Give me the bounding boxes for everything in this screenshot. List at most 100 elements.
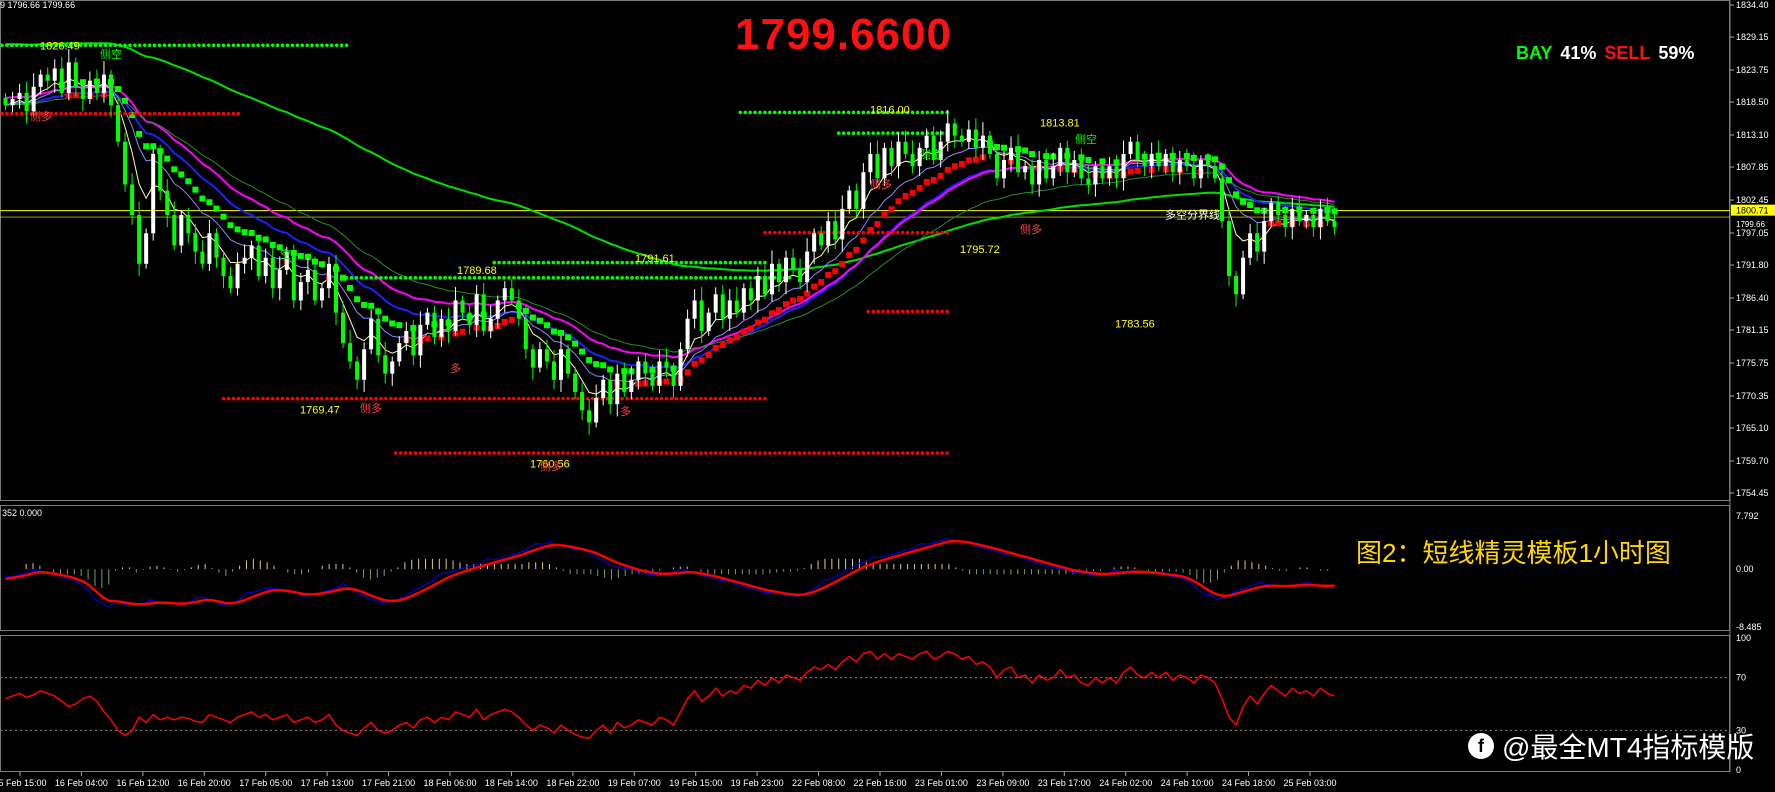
candle-body: [1121, 153, 1126, 179]
red-sr-dot: [192, 111, 196, 116]
bay-label: BAY: [1516, 43, 1553, 63]
red-sr-dot: [226, 396, 231, 401]
candle-body: [509, 288, 514, 301]
green-sr-dot: [787, 110, 792, 115]
green-sr-dot: [521, 276, 526, 280]
green-sr-dot: [640, 276, 644, 280]
red-sr-dot: [792, 451, 797, 455]
trend-block: [937, 172, 944, 179]
annotation-mark: 侧空: [920, 147, 942, 161]
candle-body: [59, 68, 64, 93]
trend-block: [206, 199, 213, 206]
candle-body: [319, 288, 324, 301]
green-sr-dot: [881, 131, 885, 135]
red-sr-dot: [423, 396, 428, 401]
red-sr-dot: [216, 111, 221, 116]
green-sr-dot: [152, 43, 157, 48]
price-tick-label: 1786.40: [1736, 293, 1769, 303]
candle-body: [1248, 233, 1253, 258]
candle-body: [952, 123, 957, 136]
candle-body: [495, 300, 500, 319]
candle-body: [706, 312, 711, 331]
candle-body: [228, 276, 233, 289]
candle-body: [179, 214, 184, 246]
time-tick-label: 16 Feb 12:00: [116, 778, 169, 788]
red-sr-dot: [576, 451, 580, 455]
red-sr-dot: [610, 451, 615, 455]
trend-block: [248, 229, 255, 236]
green-sr-dot: [753, 260, 757, 265]
trend-block: [543, 322, 550, 329]
price-tick-label: 1813.10: [1736, 130, 1769, 140]
green-sr-dot: [256, 43, 260, 48]
candle-body: [312, 269, 317, 301]
red-sr-dot: [718, 396, 723, 401]
candle-body: [31, 86, 36, 112]
red-sr-dot: [669, 396, 674, 401]
candle-body: [446, 318, 451, 331]
green-sr-dot: [708, 260, 713, 265]
green-sr-dot: [832, 110, 836, 115]
trend-block: [501, 318, 508, 325]
green-sr-dot: [797, 110, 802, 115]
candle-body: [889, 147, 894, 167]
red-sr-dot: [718, 451, 723, 455]
trend-block: [768, 310, 775, 317]
trend-block: [783, 301, 790, 308]
chart-canvas[interactable]: 1834.40 1829.15 1823.75 1818.50 1813.10 1807.…: [0, 0, 1775, 792]
red-sr-dot: [787, 451, 792, 455]
candle-body: [1241, 257, 1246, 295]
red-sr-dot: [64, 111, 68, 116]
candle-body: [643, 361, 648, 374]
red-sr-dot: [236, 396, 241, 401]
red-sr-dot: [123, 111, 127, 116]
red-sr-dot: [389, 396, 393, 401]
candle-body: [488, 318, 493, 331]
trend-block: [199, 195, 206, 202]
candle-body: [38, 74, 43, 87]
green-sr-dot: [261, 43, 265, 48]
red-sr-dot: [521, 451, 526, 455]
trend-block: [586, 357, 593, 364]
green-sr-dot: [590, 276, 595, 280]
candle-body: [221, 257, 226, 277]
pivot-label: 1791.61: [635, 253, 675, 265]
red-sr-dot: [290, 396, 295, 401]
trend-block: [171, 166, 178, 173]
red-sr-dot: [433, 451, 437, 455]
pivot-label: 1769.47: [300, 404, 340, 416]
red-sr-dot: [866, 309, 871, 314]
green-sr-dot: [600, 276, 605, 280]
green-sr-dot: [541, 276, 546, 280]
green-sr-dot: [704, 276, 708, 280]
time-tick-label: 18 Feb 06:00: [423, 778, 476, 788]
red-sr-dot: [566, 396, 570, 401]
green-sr-dot: [433, 276, 437, 280]
green-sr-dot: [581, 260, 585, 265]
red-sr-dot: [900, 230, 905, 235]
red-sr-dot: [758, 451, 762, 455]
pivot-label: 1795.72: [960, 244, 1000, 256]
candle-body: [755, 276, 760, 301]
red-sr-dot: [713, 451, 718, 455]
red-sr-dot: [635, 451, 639, 455]
candle-body: [137, 214, 142, 264]
green-sr-dot: [753, 110, 757, 115]
pivot-label: 1816.00: [870, 104, 910, 116]
candle-body: [404, 330, 409, 344]
red-sr-dot: [753, 396, 757, 401]
candle-body: [108, 74, 113, 106]
green-sr-dot: [841, 110, 846, 115]
red-sr-dot: [846, 451, 851, 455]
candle-body: [903, 141, 908, 154]
red-sr-dot: [438, 451, 442, 455]
red-sr-dot: [920, 309, 925, 314]
red-sr-dot: [654, 396, 659, 401]
trend-block: [368, 302, 375, 309]
trend-block: [951, 163, 958, 170]
time-tick-label: 24 Feb 18:00: [1222, 778, 1275, 788]
green-sr-dot: [694, 276, 698, 280]
trend-block: [1127, 168, 1134, 175]
green-sr-dot: [689, 260, 693, 265]
green-sr-dot: [423, 276, 428, 280]
